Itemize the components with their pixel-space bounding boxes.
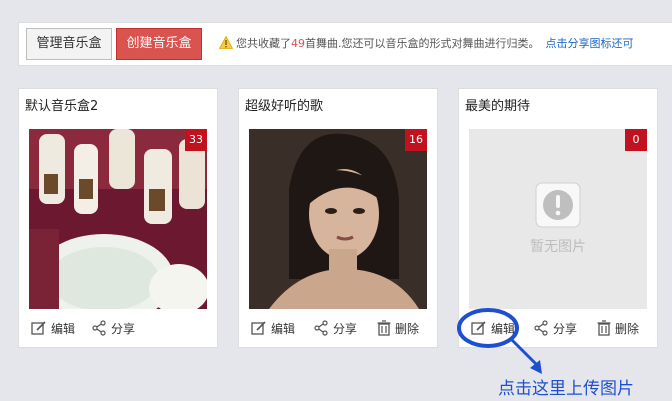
notice-count: 49 [291,37,305,50]
edit-icon [31,321,46,335]
song-count-badge: 33 [185,129,207,151]
music-box-toolbar: 管理音乐盒 创建音乐盒 您共收藏了49首舞曲.您还可以音乐盒的形式对舞曲进行归类… [18,22,672,66]
notice-suffix: 首舞曲.您还可以音乐盒的形式对舞曲进行归类。 [305,37,540,50]
share-label: 分享 [111,321,136,336]
collection-notice: 您共收藏了49首舞曲.您还可以音乐盒的形式对舞曲进行归类。 点击分享图标还可 [219,35,634,53]
card-thumbnail-placeholder[interactable]: 暂无图片 0 [469,129,647,309]
card-thumbnail[interactable]: 33 [29,129,207,309]
share-button[interactable]: 分享 [313,318,357,338]
delete-button[interactable]: 删除 [377,318,419,338]
card-actions: 编辑 分享 [31,318,211,338]
card-actions: 编辑 分享 删除 [251,318,431,338]
card-thumbnail[interactable]: 16 [249,129,427,309]
song-count-badge: 16 [405,129,427,151]
share-icon [314,320,328,336]
share-hint-link[interactable]: 点击分享图标还可 [546,37,634,50]
share-button[interactable]: 分享 [91,318,135,338]
delete-label: 删除 [395,321,420,336]
no-image-text: 暂无图片 [530,239,586,255]
card-title: 默认音乐盒2 [25,99,99,114]
annotation-highlight [457,308,542,374]
trash-icon [597,320,611,336]
music-box-card: 默认音乐盒2 33 编辑 分享 [18,88,218,348]
edit-label: 编辑 [271,321,296,336]
create-music-box-button[interactable]: 创建音乐盒 [116,28,202,60]
exclamation-icon [535,182,581,228]
delete-label: 删除 [615,321,640,336]
card-title: 超级好听的歌 [245,99,324,114]
music-box-card: 超级好听的歌 16 编辑 分享 删除 [238,88,438,348]
edit-icon [251,321,266,335]
annotation-text: 点击这里上传图片 [498,379,634,399]
song-count-badge: 0 [625,129,647,151]
edit-button[interactable]: 编辑 [251,318,295,338]
edit-button[interactable]: 编辑 [31,318,75,338]
edit-label: 编辑 [51,321,76,336]
share-icon [92,320,106,336]
manage-music-box-button[interactable]: 管理音乐盒 [26,28,112,60]
portrait-photo [249,129,427,309]
warning-icon [219,36,233,49]
delete-button[interactable]: 删除 [597,318,639,338]
share-label: 分享 [333,321,358,336]
notice-prefix: 您共收藏了 [236,37,291,50]
bottles-photo [29,129,207,309]
trash-icon [377,320,391,336]
card-title: 最美的期待 [465,99,531,114]
